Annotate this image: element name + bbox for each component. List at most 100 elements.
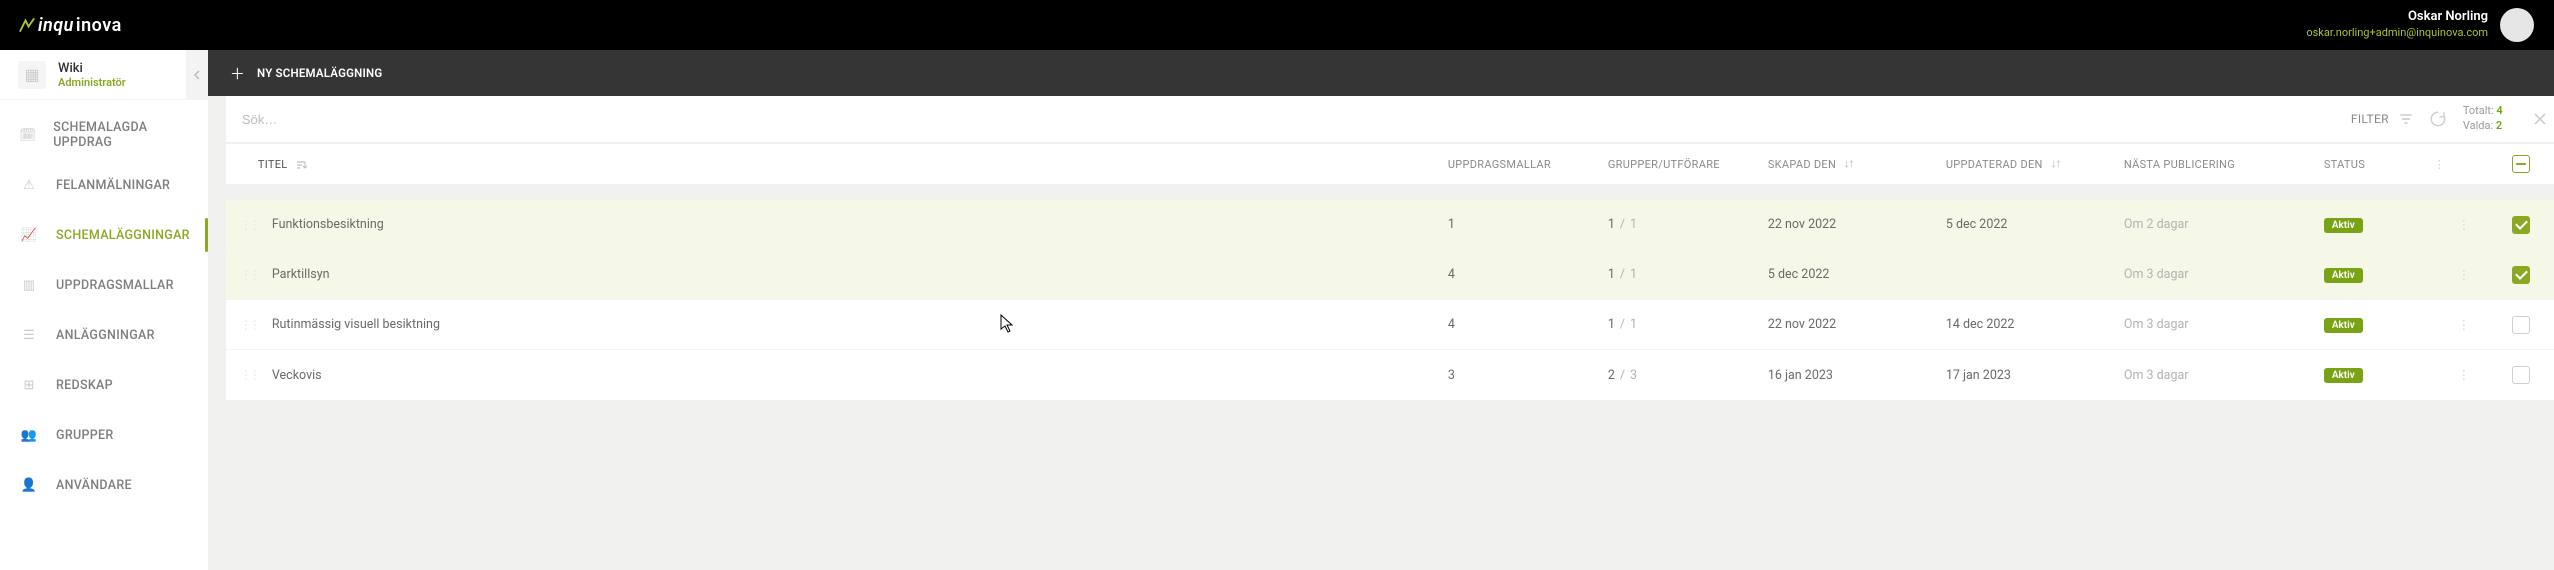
table-row[interactable]: ⋮⋮Veckovis32/316 jan 202317 jan 2023Om 3… xyxy=(226,350,2554,400)
cell-title: Funktionsbesiktning xyxy=(258,217,1448,232)
cell-status: Aktiv xyxy=(2324,267,2434,283)
cell-created: 16 jan 2023 xyxy=(1768,368,1946,383)
table-header: TITEL UPPDRAGSMALLAR GRUPPER/UTFÖRARE SK… xyxy=(226,144,2554,184)
filter-button[interactable]: FILTER xyxy=(2351,112,2413,126)
row-actions-button[interactable]: ⋮ xyxy=(2434,267,2494,283)
user-email: oskar.norling+admin@inquinova.com xyxy=(2306,26,2488,40)
brand-logo[interactable]: inquinova xyxy=(18,15,122,36)
col-next[interactable]: NÄSTA PUBLICERING xyxy=(2124,158,2324,171)
cell-next: Om 3 dagar xyxy=(2124,317,2324,332)
nav-icon: ⊞ xyxy=(18,374,40,396)
drag-handle-icon[interactable]: ⋮⋮ xyxy=(240,368,258,382)
sort-asc-icon xyxy=(295,158,307,170)
row-select[interactable] xyxy=(2494,366,2549,384)
cell-groups: 2/3 xyxy=(1608,368,1768,383)
refresh-icon[interactable] xyxy=(2429,110,2447,128)
nav-label: GRUPPER xyxy=(56,428,114,443)
sidebar-item-anv-ndare[interactable]: 👤ANVÄNDARE xyxy=(0,460,208,510)
drag-handle-icon[interactable]: ⋮⋮ xyxy=(240,218,258,232)
table-row[interactable]: ⋮⋮Parktillsyn41/15 dec 2022Om 3 dagarAkt… xyxy=(226,250,2554,300)
sidebar-collapse-button[interactable] xyxy=(186,50,208,99)
cell-next: Om 2 dagar xyxy=(2124,217,2324,232)
col-groups[interactable]: GRUPPER/UTFÖRARE xyxy=(1608,158,1768,171)
sidebar-item-schemal-ggningar[interactable]: 📈 SCHEMALÄGGNINGAR xyxy=(0,210,208,260)
cell-updated: 14 dec 2022 xyxy=(1946,317,2124,332)
new-schedule-label: NY SCHEMALÄGGNING xyxy=(257,66,382,80)
row-select[interactable] xyxy=(2494,316,2549,334)
cell-title: Rutinmässig visuell besiktning xyxy=(258,317,1448,332)
table-row[interactable]: ⋮⋮Rutinmässig visuell besiktning41/122 n… xyxy=(226,300,2554,350)
drag-handle-icon[interactable]: ⋮⋮ xyxy=(240,318,258,332)
brand-text-a: inqu xyxy=(38,15,74,36)
sidebar-item-anl-ggningar[interactable]: ☰ANLÄGGNINGAR xyxy=(0,310,208,360)
sidebar-nav: 🗓SCHEMALAGDA UPPDRAG⚠FELANMÄLNINGAR 📈 SCHE… xyxy=(0,100,208,510)
cell-next: Om 3 dagar xyxy=(2124,368,2324,383)
col-select-all[interactable] xyxy=(2494,155,2549,173)
cell-title: Veckovis xyxy=(258,368,1448,383)
checkbox-indeterminate[interactable] xyxy=(2512,155,2530,173)
logo-icon xyxy=(18,16,36,34)
user-block[interactable]: Oskar Norling oskar.norling+admin@inquin… xyxy=(2306,8,2534,42)
col-more[interactable]: ⋮ xyxy=(2434,158,2494,171)
filter-icon xyxy=(2399,112,2413,126)
cell-status: Aktiv xyxy=(2324,367,2434,383)
col-title[interactable]: TITEL xyxy=(258,158,1448,171)
status-badge: Aktiv xyxy=(2324,268,2363,283)
sidebar-item-grupper[interactable]: 👥GRUPPER xyxy=(0,410,208,460)
drag-handle-icon[interactable]: ⋮⋮ xyxy=(240,268,258,282)
clear-selection-icon[interactable] xyxy=(2533,112,2547,126)
sort-icon xyxy=(2051,159,2061,169)
nav-label: SCHEMALÄGGNINGAR xyxy=(56,228,190,243)
new-schedule-button[interactable]: ＋ NY SCHEMALÄGGNING xyxy=(230,63,383,84)
checkbox[interactable] xyxy=(2512,266,2530,284)
avatar[interactable] xyxy=(2500,8,2534,42)
col-templates[interactable]: UPPDRAGSMALLAR xyxy=(1448,158,1608,171)
cell-templates: 1 xyxy=(1448,217,1608,232)
col-updated[interactable]: UPPDATERAD DEN xyxy=(1946,158,2124,171)
sidebar-item-redskap[interactable]: ⊞ REDSKAP xyxy=(0,360,208,410)
checkbox[interactable] xyxy=(2512,366,2530,384)
status-badge: Aktiv xyxy=(2324,318,2363,333)
status-badge: Aktiv xyxy=(2324,218,2363,233)
cell-templates: 3 xyxy=(1448,368,1608,383)
sidebar-item-schemalagda-uppdrag[interactable]: 🗓SCHEMALAGDA UPPDRAG xyxy=(0,110,208,160)
checkbox[interactable] xyxy=(2512,316,2530,334)
sidebar-item-uppdragsmallar[interactable]: ▥ UPPDRAGSMALLAR xyxy=(0,260,208,310)
plus-icon: ＋ xyxy=(230,63,245,84)
nav-label: REDSKAP xyxy=(56,378,113,393)
sidebar-item-felanm-lningar[interactable]: ⚠FELANMÄLNINGAR xyxy=(0,160,208,210)
totals-block: Totalt: 4 Valda: 2 xyxy=(2463,104,2517,134)
user-name: Oskar Norling xyxy=(2306,9,2488,26)
row-actions-button[interactable]: ⋮ xyxy=(2434,217,2494,233)
row-actions-button[interactable]: ⋮ xyxy=(2434,317,2494,333)
cell-created: 22 nov 2022 xyxy=(1768,217,1946,232)
content-area: ＋ NY SCHEMALÄGGNING FILTER Totalt: 4 Val… xyxy=(208,50,2554,570)
cell-updated: 5 dec 2022 xyxy=(1946,217,2124,232)
row-actions-button[interactable]: ⋮ xyxy=(2434,367,2494,383)
cell-next: Om 3 dagar xyxy=(2124,267,2324,282)
cell-groups: 1/1 xyxy=(1608,317,1768,332)
nav-icon: ▥ xyxy=(18,274,40,296)
brand-text-b: inova xyxy=(76,15,122,36)
nav-icon: 👤 xyxy=(18,474,40,496)
nav-icon: 📈 xyxy=(18,224,40,246)
status-badge: Aktiv xyxy=(2324,368,2363,383)
row-select[interactable] xyxy=(2494,216,2549,234)
cell-groups: 1/1 xyxy=(1608,217,1768,232)
cell-created: 22 nov 2022 xyxy=(1768,317,1946,332)
sidebar-project-header[interactable]: ▦ Wiki Administratör xyxy=(0,50,208,100)
table-row[interactable]: ⋮⋮Funktionsbesiktning11/122 nov 20225 de… xyxy=(226,200,2554,250)
nav-label: FELANMÄLNINGAR xyxy=(56,178,170,193)
sidebar: ▦ Wiki Administratör 🗓SCHEMALAGDA UPPDRA… xyxy=(0,50,208,570)
cell-created: 5 dec 2022 xyxy=(1768,267,1946,282)
cell-groups: 1/1 xyxy=(1608,267,1768,282)
search-input[interactable] xyxy=(242,112,2335,127)
cell-title: Parktillsyn xyxy=(258,267,1448,282)
col-status[interactable]: STATUS xyxy=(2324,158,2434,171)
project-icon: ▦ xyxy=(18,61,46,89)
row-select[interactable] xyxy=(2494,266,2549,284)
col-created[interactable]: SKAPAD DEN xyxy=(1768,158,1946,171)
checkbox[interactable] xyxy=(2512,216,2530,234)
cell-status: Aktiv xyxy=(2324,317,2434,333)
nav-label: UPPDRAGSMALLAR xyxy=(56,278,174,293)
